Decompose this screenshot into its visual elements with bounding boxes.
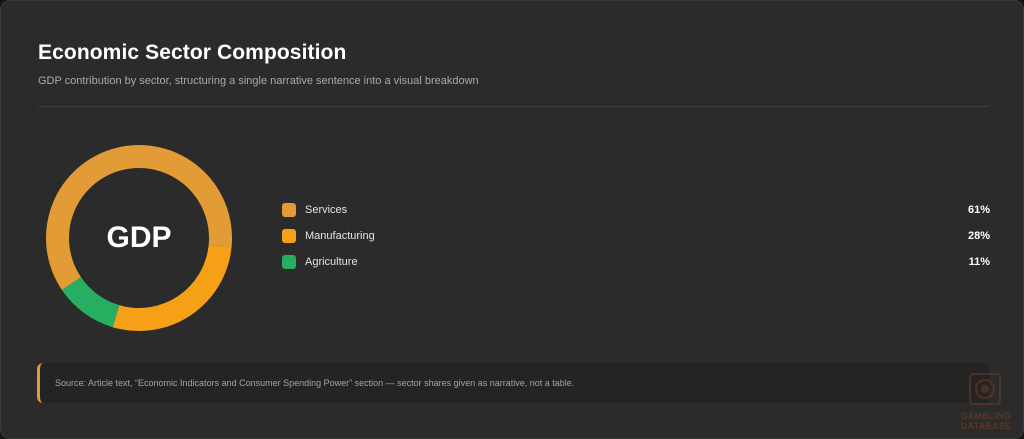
legend-swatch [282, 229, 296, 243]
donut-chart: GDP [46, 145, 232, 331]
donut-slice-agriculture[interactable] [61, 277, 120, 328]
legend-label: Manufacturing [305, 230, 375, 242]
chart-title: Economic Sector Composition [38, 41, 347, 64]
chart-legend: Services 61% Manufacturing 28% Agriculture 11… [282, 197, 990, 275]
legend-label: Agriculture [305, 256, 358, 268]
watermark-line2: DATABASE [960, 421, 1012, 431]
legend-swatch [282, 255, 296, 269]
legend-value: 28% [967, 230, 990, 242]
source-note: Source: Article text, “Economic Indicato… [37, 363, 989, 403]
watermark-text: GAMBLING DATABASE [953, 411, 1019, 431]
header-divider [38, 106, 989, 107]
legend-item-manufacturing: Manufacturing 28% [282, 223, 990, 249]
chip-logo-icon [969, 373, 1001, 405]
chart-card: Economic Sector Composition GDP contribu… [0, 0, 1024, 439]
legend-swatch [282, 203, 296, 217]
legend-value: 61% [967, 204, 990, 216]
legend-item-agriculture: Agriculture 11% [282, 249, 990, 275]
donut-svg [46, 145, 232, 331]
chart-subtitle: GDP contribution by sector, structuring … [38, 75, 479, 87]
watermark-line1: GAMBLING [960, 411, 1012, 421]
legend-value: 11% [968, 256, 990, 268]
legend-item-services: Services 61% [282, 197, 990, 223]
legend-label: Services [305, 204, 348, 216]
donut-slice-manufacturing[interactable] [112, 244, 232, 331]
watermark: GAMBLING DATABASE [953, 373, 1019, 435]
